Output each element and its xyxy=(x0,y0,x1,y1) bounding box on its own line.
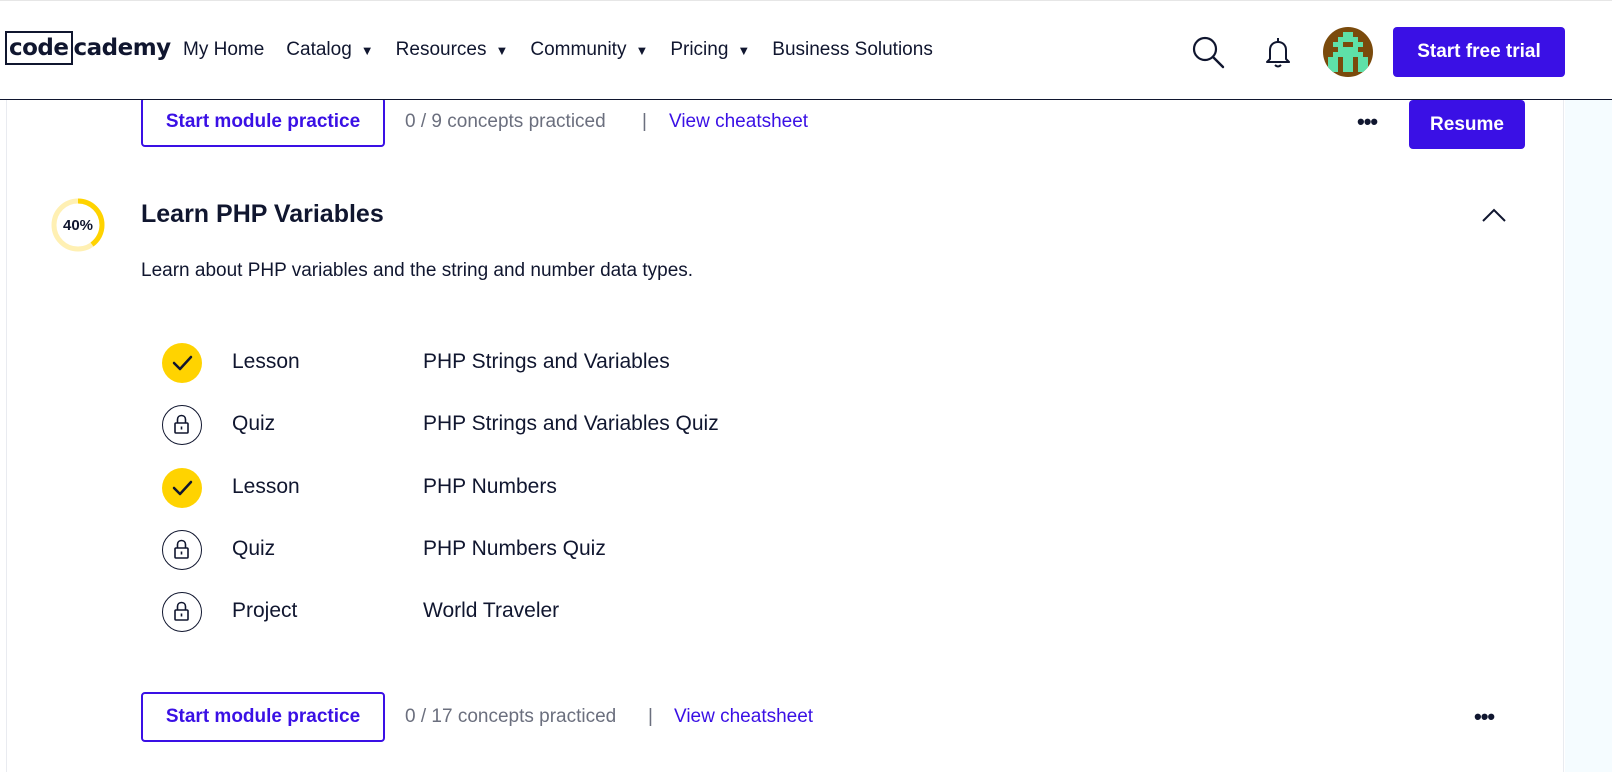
item-type: Quiz xyxy=(232,412,276,435)
nav-my-home-label: My Home xyxy=(183,39,265,60)
syllabus-item[interactable]: Lesson PHP Numbers xyxy=(160,466,860,510)
lock-icon xyxy=(162,530,202,570)
item-title: PHP Numbers Quiz xyxy=(423,537,606,560)
more-options-icon[interactable]: ••• xyxy=(1474,704,1495,730)
user-avatar[interactable] xyxy=(1323,27,1373,77)
main-nav: My Home Catalog ▼ Resources ▼ Community … xyxy=(183,39,955,61)
nav-resources[interactable]: Resources ▼ xyxy=(396,39,509,61)
notification-bell-icon[interactable] xyxy=(1261,35,1295,69)
concepts-practiced-text: 0 / 9 concepts practiced xyxy=(405,111,606,132)
nav-pricing[interactable]: Pricing ▼ xyxy=(670,39,750,61)
nav-community-label: Community xyxy=(530,39,627,60)
nav-resources-label: Resources xyxy=(395,39,487,60)
item-title: PHP Strings and Variables Quiz xyxy=(423,412,719,435)
nav-catalog-label: Catalog xyxy=(286,39,352,60)
check-icon xyxy=(162,468,202,508)
separator: | xyxy=(648,706,653,727)
item-type: Project xyxy=(232,599,298,622)
chevron-up-icon[interactable] xyxy=(1480,205,1508,225)
search-icon[interactable] xyxy=(1191,35,1225,69)
logo-rest-text: cademy xyxy=(73,35,172,61)
lock-icon xyxy=(162,405,202,445)
module-description: Learn about PHP variables and the string… xyxy=(141,260,694,281)
nav-my-home[interactable]: My Home xyxy=(183,39,264,61)
item-type: Quiz xyxy=(232,537,276,560)
item-title: PHP Numbers xyxy=(423,475,557,498)
view-cheatsheet-link[interactable]: View cheatsheet xyxy=(674,706,813,728)
module-title: Learn PHP Variables xyxy=(141,200,384,228)
more-options-icon[interactable]: ••• xyxy=(1357,109,1378,135)
nav-community[interactable]: Community ▼ xyxy=(530,39,648,61)
caret-down-icon: ▼ xyxy=(635,42,649,58)
syllabus-item[interactable]: Lesson PHP Strings and Variables xyxy=(160,341,860,385)
caret-down-icon: ▼ xyxy=(737,42,751,58)
right-side-panel xyxy=(1565,100,1612,772)
start-module-practice-button[interactable]: Start module practice xyxy=(141,692,385,742)
nav-catalog[interactable]: Catalog ▼ xyxy=(286,39,373,61)
item-type: Lesson xyxy=(232,350,300,373)
module-progress-label: 40% xyxy=(62,216,94,234)
item-title: World Traveler xyxy=(423,599,560,622)
separator: | xyxy=(642,111,647,132)
concepts-practiced-text: 0 / 17 concepts practiced xyxy=(405,706,617,727)
resume-button[interactable]: Resume xyxy=(1409,100,1525,149)
syllabus-item[interactable]: Project World Traveler xyxy=(160,590,860,634)
item-type: Lesson xyxy=(232,475,300,498)
start-free-trial-button[interactable]: Start free trial xyxy=(1393,27,1565,77)
caret-down-icon: ▼ xyxy=(360,42,374,58)
check-icon xyxy=(162,343,202,383)
nav-business-solutions-label: Business Solutions xyxy=(772,39,933,60)
nav-pricing-label: Pricing xyxy=(670,39,729,60)
view-cheatsheet-link[interactable]: View cheatsheet xyxy=(669,111,808,133)
nav-business-solutions[interactable]: Business Solutions xyxy=(772,39,933,61)
item-title: PHP Strings and Variables xyxy=(423,350,670,373)
syllabus-item[interactable]: Quiz PHP Strings and Variables Quiz xyxy=(160,403,860,447)
caret-down-icon: ▼ xyxy=(495,42,509,58)
logo-boxed-text: code xyxy=(5,31,73,65)
top-navigation-bar: code cademy My Home Catalog ▼ Resources ▼… xyxy=(0,0,1612,100)
lock-icon xyxy=(162,592,202,632)
syllabus-item[interactable]: Quiz PHP Numbers Quiz xyxy=(160,528,860,572)
start-module-practice-button[interactable]: Start module practice xyxy=(141,97,385,147)
codecademy-logo[interactable]: code cademy xyxy=(5,31,171,65)
